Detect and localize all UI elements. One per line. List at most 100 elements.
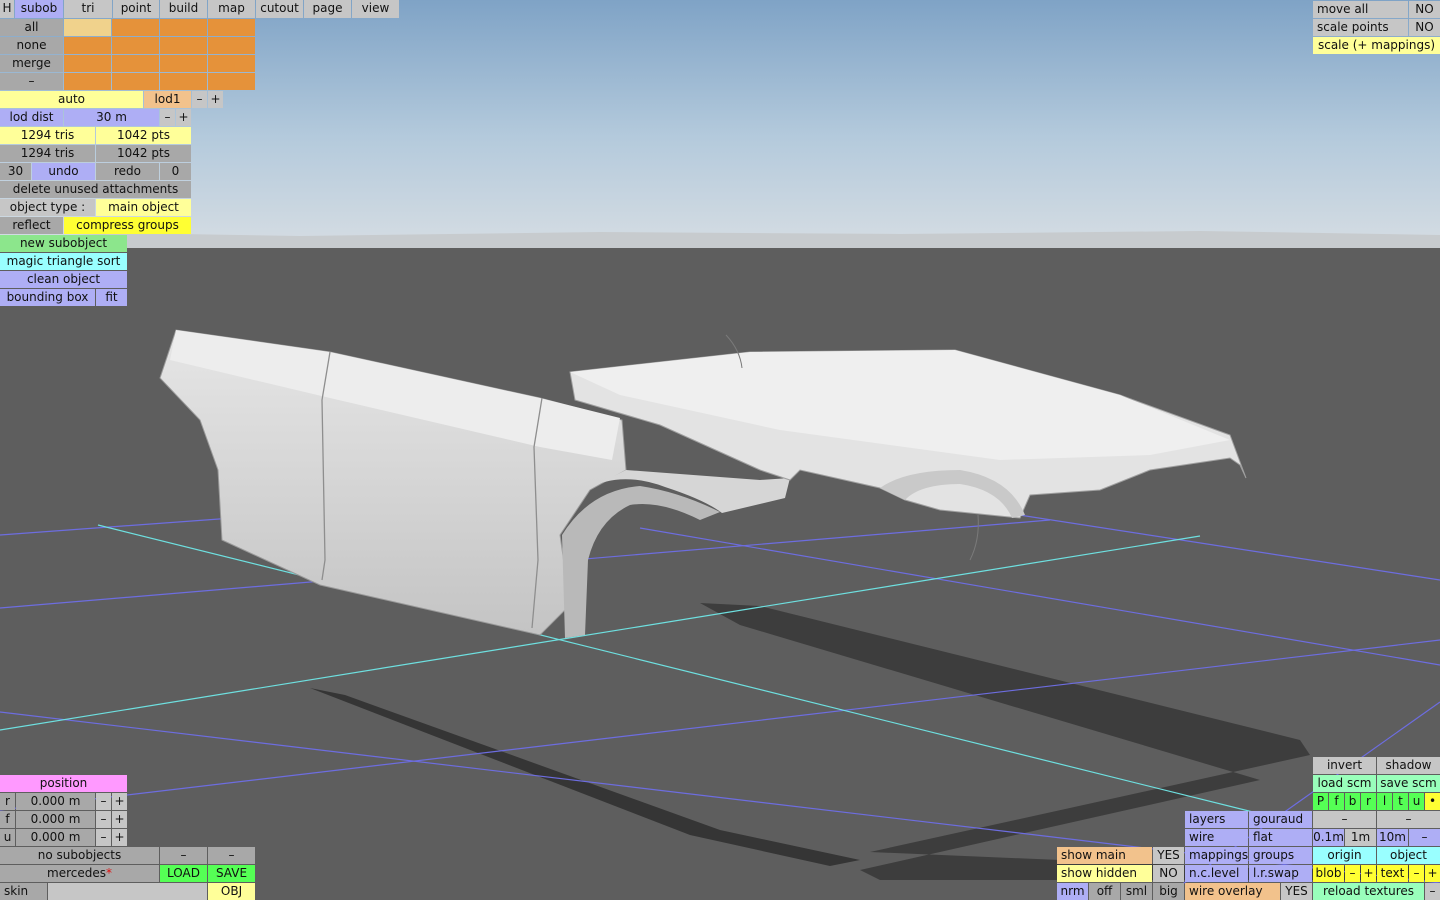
lod-auto-button[interactable]: auto [0, 91, 143, 108]
axis-f-plus-button[interactable]: + [112, 811, 127, 828]
delete-unused-attachments-button[interactable]: delete unused attachments [0, 181, 191, 198]
subobject-slot[interactable] [112, 73, 159, 90]
show-hidden-value[interactable]: NO [1153, 865, 1184, 882]
origin-button[interactable]: origin [1313, 847, 1376, 864]
tab-tri[interactable]: tri [64, 0, 112, 18]
bounding-box-button[interactable]: bounding box [0, 289, 95, 306]
file-name-field[interactable]: mercedes* [0, 865, 159, 882]
no-subobjects-label[interactable]: no subobjects [0, 847, 159, 864]
view-t-button[interactable]: t [1393, 793, 1408, 810]
load-scm-button[interactable]: load scm [1313, 775, 1376, 792]
load-button[interactable]: LOAD [160, 865, 207, 882]
subobject-slot[interactable] [208, 73, 255, 90]
axis-f-value[interactable]: 0.000 m [16, 811, 95, 828]
lod-dist-plus-button[interactable]: + [176, 109, 191, 126]
redo-button[interactable]: redo [96, 163, 159, 180]
wire-button[interactable]: wire [1185, 829, 1248, 846]
lod-plus-button[interactable]: + [208, 91, 223, 108]
axis-f-minus-button[interactable]: – [96, 811, 111, 828]
lod-dist-minus-button[interactable]: – [160, 109, 175, 126]
br-dash-button[interactable]: – [1313, 811, 1376, 828]
scale-points-label[interactable]: scale points [1313, 19, 1408, 36]
compress-groups-button[interactable]: compress groups [64, 217, 191, 234]
view-b-button[interactable]: b [1345, 793, 1360, 810]
subobject-slot[interactable] [160, 37, 207, 54]
axis-r-minus-button[interactable]: – [96, 793, 111, 810]
grid-10m-button[interactable]: 10m [1377, 829, 1408, 846]
merge-button[interactable]: merge [0, 55, 63, 72]
axis-u-value[interactable]: 0.000 m [16, 829, 95, 846]
axis-r-plus-button[interactable]: + [112, 793, 127, 810]
h-button[interactable]: H [0, 0, 14, 18]
show-main-label[interactable]: show main [1057, 847, 1152, 864]
axis-r-value[interactable]: 0.000 m [16, 793, 95, 810]
gouraud-button[interactable]: gouraud [1249, 811, 1312, 828]
tab-map[interactable]: map [208, 0, 255, 18]
tab-page[interactable]: page [304, 0, 351, 18]
subobject-slot[interactable] [112, 55, 159, 72]
show-hidden-label[interactable]: show hidden [1057, 865, 1152, 882]
view-l-button[interactable]: l [1377, 793, 1392, 810]
flat-button[interactable]: flat [1249, 829, 1312, 846]
subobject-slot[interactable] [208, 55, 255, 72]
grid-minus-button[interactable]: – [1409, 829, 1440, 846]
new-subobject-button[interactable]: new subobject [0, 235, 127, 252]
undo-button[interactable]: undo [32, 163, 95, 180]
tab-subob[interactable]: subob [15, 0, 63, 18]
scale-points-value[interactable]: NO [1409, 19, 1440, 36]
grid-01m-button[interactable]: 0.1m [1313, 829, 1344, 846]
view-u-button[interactable]: u [1409, 793, 1424, 810]
lod-name[interactable]: lod1 [144, 91, 191, 108]
wire-overlay-label[interactable]: wire overlay [1185, 883, 1280, 900]
blob-plus-button[interactable]: + [1361, 865, 1376, 882]
shadow-button[interactable]: shadow [1377, 757, 1440, 774]
view-f-button[interactable]: f [1329, 793, 1344, 810]
object-type-value[interactable]: main object [96, 199, 191, 216]
subobject-slot[interactable] [160, 55, 207, 72]
nc-level-button[interactable]: n.c.level [1185, 865, 1248, 882]
move-all-value[interactable]: NO [1409, 1, 1440, 18]
clean-object-button[interactable]: clean object [0, 271, 127, 288]
tab-build[interactable]: build [160, 0, 207, 18]
subobject-dash-button[interactable]: – [160, 847, 207, 864]
tab-view[interactable]: view [352, 0, 399, 18]
fit-button[interactable]: fit [96, 289, 127, 306]
axis-u-minus-button[interactable]: – [96, 829, 111, 846]
text-plus-button[interactable]: + [1425, 865, 1440, 882]
subobject-slot[interactable] [64, 55, 111, 72]
subobject-slot[interactable] [208, 37, 255, 54]
off-button[interactable]: off [1089, 883, 1120, 900]
obj-button[interactable]: OBJ [208, 883, 255, 900]
subobject-slot[interactable] [64, 37, 111, 54]
reflect-button[interactable]: reflect [0, 217, 63, 234]
subobject-slot[interactable] [64, 19, 111, 36]
skin-field[interactable] [48, 883, 207, 900]
scale-mappings-button[interactable]: scale (+ mappings) [1313, 37, 1440, 54]
tab-point[interactable]: point [113, 0, 159, 18]
move-all-label[interactable]: move all [1313, 1, 1408, 18]
subobject-dash-button-2[interactable]: – [208, 847, 255, 864]
save-button[interactable]: SAVE [208, 865, 255, 882]
subobject-grid[interactable] [64, 19, 256, 90]
view-r-button[interactable]: r [1361, 793, 1376, 810]
text-minus-button[interactable]: – [1409, 865, 1424, 882]
view-dot-button[interactable]: • [1425, 793, 1440, 810]
object-button[interactable]: object [1377, 847, 1440, 864]
grid-1m-button[interactable]: 1m [1345, 829, 1376, 846]
wire-overlay-value[interactable]: YES [1281, 883, 1312, 900]
big-button[interactable]: big [1153, 883, 1184, 900]
blob-minus-button[interactable]: – [1345, 865, 1360, 882]
blob-button[interactable]: blob [1313, 865, 1344, 882]
groups-button[interactable]: groups [1249, 847, 1312, 864]
axis-u-plus-button[interactable]: + [112, 829, 127, 846]
subobject-slot[interactable] [160, 19, 207, 36]
dash-button[interactable]: – [0, 73, 63, 90]
lod-minus-button[interactable]: – [192, 91, 207, 108]
reload-textures-button[interactable]: reload textures [1313, 883, 1424, 900]
lr-swap-button[interactable]: l.r.swap [1249, 865, 1312, 882]
text-button[interactable]: text [1377, 865, 1408, 882]
tab-cutout[interactable]: cutout [256, 0, 303, 18]
subobject-slot[interactable] [64, 73, 111, 90]
invert-button[interactable]: invert [1313, 757, 1376, 774]
sml-button[interactable]: sml [1121, 883, 1152, 900]
